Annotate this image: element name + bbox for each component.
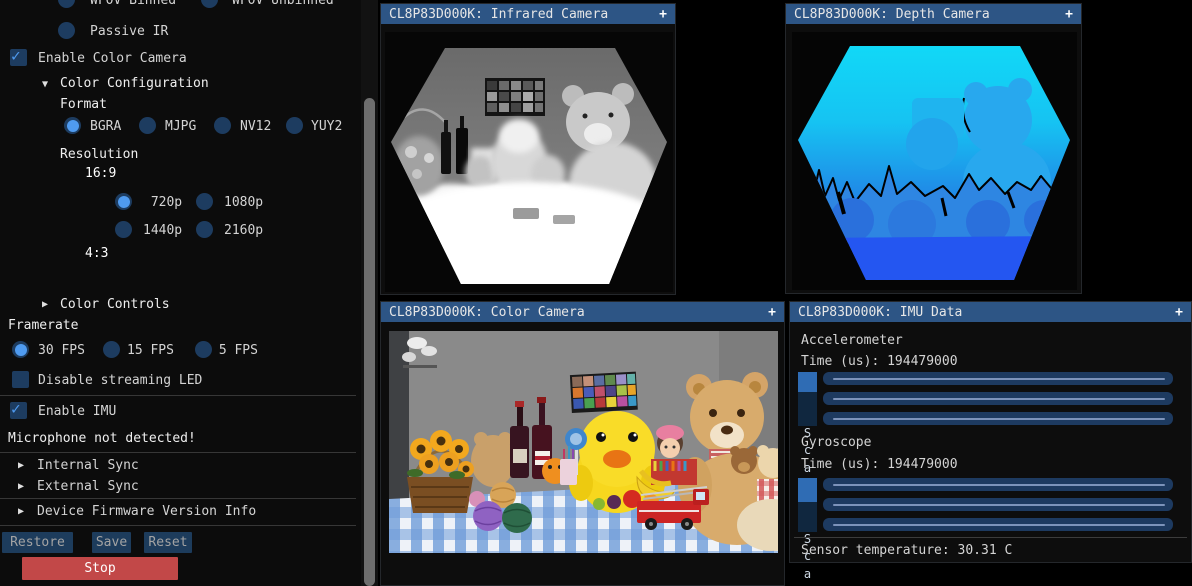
radio-res-1440p[interactable] <box>115 221 132 238</box>
radio-format-nv12-label: NV12 <box>240 118 271 135</box>
format-label: Format <box>60 96 107 113</box>
depth-image <box>792 32 1077 290</box>
reset-button[interactable]: Reset <box>144 532 192 553</box>
radio-wfov-binned-label: WFOV Binned <box>90 0 176 9</box>
external-sync-header[interactable]: External Sync <box>37 478 139 495</box>
check-icon: ✓ <box>11 46 21 66</box>
sensor-temperature: Sensor temperature: 30.31 C <box>801 542 1012 559</box>
radio-passive-ir[interactable] <box>58 22 75 39</box>
accelerometer-scale-slider[interactable]: S c a <box>798 372 817 426</box>
add-view-plus-icon[interactable]: + <box>659 7 667 22</box>
radio-format-bgra-label: BGRA <box>90 118 121 135</box>
divider <box>0 395 356 396</box>
chevron-right-icon[interactable]: ▶ <box>18 503 24 520</box>
color-image <box>389 331 778 553</box>
accelerometer-label: Accelerometer <box>801 332 903 349</box>
radio-wfov-unbinned[interactable] <box>201 0 218 8</box>
aspect-16-9-label: 16:9 <box>85 165 116 182</box>
gyroscope-scale-slider[interactable]: S c a <box>798 478 817 532</box>
stop-button[interactable]: Stop <box>22 557 178 580</box>
slider-grab[interactable] <box>798 478 817 502</box>
depth-title-bar[interactable]: CL8P83D000K: Depth Camera + <box>786 4 1081 24</box>
radio-res-720p-label: 720p <box>143 194 182 211</box>
resolution-label: Resolution <box>60 146 138 163</box>
radio-format-yuy2[interactable] <box>286 117 303 134</box>
divider <box>794 537 1187 538</box>
radio-fps-5[interactable] <box>195 341 212 358</box>
add-view-plus-icon[interactable]: + <box>1065 7 1073 22</box>
radio-fps-15[interactable] <box>103 341 120 358</box>
imu-title-bar[interactable]: CL8P83D000K: IMU Data + <box>790 302 1191 322</box>
accel-x-graph <box>823 372 1173 385</box>
gyro-y-graph <box>823 498 1173 511</box>
aspect-4-3-label: 4:3 <box>85 245 108 262</box>
check-icon: ✓ <box>11 399 21 419</box>
radio-fps-15-label: 15 FPS <box>127 342 174 359</box>
imu-title: CL8P83D000K: IMU Data <box>798 305 962 320</box>
radio-fps-30[interactable] <box>12 341 29 358</box>
radio-passive-ir-label: Passive IR <box>90 23 168 40</box>
radio-res-720p[interactable] <box>115 193 132 210</box>
radio-format-yuy2-label: YUY2 <box>311 118 342 135</box>
gyroscope-timestamp: Time (us): 194479000 <box>801 456 958 473</box>
divider <box>0 525 356 526</box>
disable-streaming-led-checkbox[interactable] <box>12 371 29 388</box>
infrared-image <box>385 32 673 292</box>
radio-wfov-binned[interactable] <box>58 0 75 8</box>
depth-camera-panel: CL8P83D000K: Depth Camera + <box>785 3 1082 294</box>
enable-color-camera-checkbox[interactable]: ✓ <box>10 49 27 66</box>
radio-format-mjpg-label: MJPG <box>165 118 196 135</box>
slider-grab[interactable] <box>798 372 817 392</box>
accel-y-graph <box>823 392 1173 405</box>
color-title: CL8P83D000K: Color Camera <box>389 305 585 320</box>
divider <box>0 498 356 499</box>
infrared-camera-panel: CL8P83D000K: Infrared Camera + <box>380 3 676 295</box>
chevron-right-icon[interactable]: ▶ <box>42 296 48 313</box>
internal-sync-header[interactable]: Internal Sync <box>37 457 139 474</box>
color-title-bar[interactable]: CL8P83D000K: Color Camera + <box>381 302 784 322</box>
infrared-title-bar[interactable]: CL8P83D000K: Infrared Camera + <box>381 4 675 24</box>
settings-sidebar: WFOV Binned WFOV Unbinned Passive IR ✓ E… <box>0 0 361 586</box>
gyro-x-graph <box>823 478 1173 491</box>
radio-wfov-unbinned-label: WFOV Unbinned <box>232 0 334 9</box>
scrollbar-thumb[interactable] <box>364 98 375 586</box>
depth-title: CL8P83D000K: Depth Camera <box>794 7 990 22</box>
firmware-info-header[interactable]: Device Firmware Version Info <box>37 503 256 520</box>
color-configuration-header[interactable]: Color Configuration <box>60 75 209 92</box>
radio-res-1440p-label: 1440p <box>143 222 182 239</box>
add-view-plus-icon[interactable]: + <box>768 305 776 320</box>
radio-res-1080p-label: 1080p <box>224 194 263 211</box>
framerate-label: Framerate <box>8 317 78 334</box>
radio-res-2160p-label: 2160p <box>224 222 263 239</box>
radio-res-1080p[interactable] <box>196 193 213 210</box>
chevron-right-icon[interactable]: ▶ <box>18 457 24 474</box>
enable-imu-label: Enable IMU <box>38 403 116 420</box>
restore-button[interactable]: Restore <box>2 532 73 553</box>
radio-fps-30-label: 30 FPS <box>38 342 85 359</box>
sidebar-scrollbar[interactable] <box>361 0 378 586</box>
divider <box>0 452 356 453</box>
infrared-title: CL8P83D000K: Infrared Camera <box>389 7 608 22</box>
save-button[interactable]: Save <box>92 532 131 553</box>
enable-color-camera-label: Enable Color Camera <box>38 50 187 67</box>
color-controls-header[interactable]: Color Controls <box>60 296 170 313</box>
chevron-right-icon[interactable]: ▶ <box>18 478 24 495</box>
disable-streaming-led-label: Disable streaming LED <box>38 372 202 389</box>
chevron-down-icon[interactable]: ▼ <box>42 76 48 93</box>
add-view-plus-icon[interactable]: + <box>1175 305 1183 320</box>
gyroscope-label: Gyroscope <box>801 434 871 451</box>
radio-format-mjpg[interactable] <box>139 117 156 134</box>
imu-data-panel: CL8P83D000K: IMU Data + Accelerometer Ti… <box>789 301 1192 563</box>
microphone-warning: Microphone not detected! <box>8 430 196 447</box>
accel-z-graph <box>823 412 1173 425</box>
radio-fps-5-label: 5 FPS <box>211 342 258 359</box>
radio-res-2160p[interactable] <box>196 221 213 238</box>
enable-imu-checkbox[interactable]: ✓ <box>10 402 27 419</box>
radio-format-nv12[interactable] <box>214 117 231 134</box>
accelerometer-timestamp: Time (us): 194479000 <box>801 353 958 370</box>
color-camera-panel: CL8P83D000K: Color Camera + <box>380 301 785 586</box>
gyro-z-graph <box>823 518 1173 531</box>
radio-format-bgra[interactable] <box>64 117 81 134</box>
